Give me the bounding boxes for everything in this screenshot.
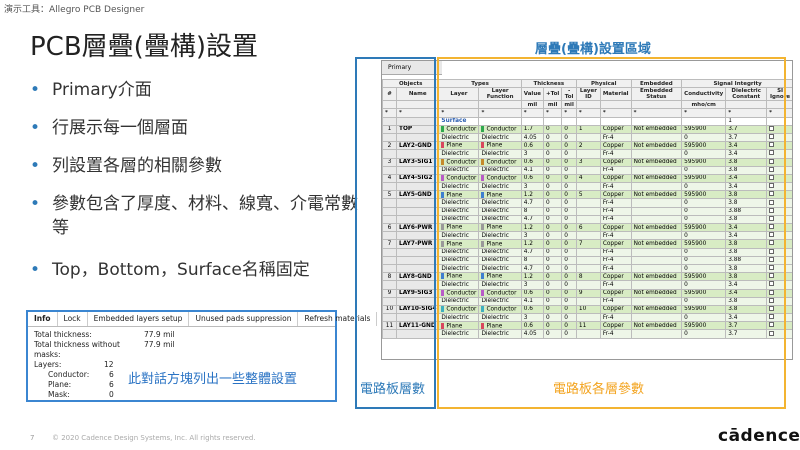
info-value: 12 (104, 360, 114, 369)
info-label: Conductor: (48, 370, 90, 379)
page-title: PCB層疊(疊構)設置 (30, 32, 258, 62)
cadence-logo: cādence (718, 426, 800, 446)
info-value: 6 (109, 380, 114, 389)
info-value: 6 (109, 370, 114, 379)
info-row: Total thickness without masks: 77.9 mil (34, 340, 329, 360)
bullet-icon: • (30, 156, 41, 176)
info-label: Layers: (34, 360, 62, 369)
tab-embedded-layers-setup[interactable]: Embedded layers setup (88, 312, 190, 326)
info-label: Plane: (48, 380, 72, 389)
bullet-item: • Primary介面 (30, 78, 360, 102)
bullet-item: • 行展示每一個層面 (30, 116, 360, 140)
bullet-text: 參數包含了厚度、材料、線寬、介電常數等 (52, 194, 358, 238)
info-value: 0 (109, 390, 114, 399)
bullet-item: • Top，Bottom，Surface名稱固定 (30, 258, 360, 282)
tab-unused-pads-suppression[interactable]: Unused pads suppression (189, 312, 299, 326)
info-value: 77.9 mil (144, 340, 175, 349)
bullet-text: Top，Bottom，Surface名稱固定 (52, 260, 310, 280)
bullet-text: Primary介面 (52, 80, 152, 100)
bullet-icon: • (30, 194, 41, 214)
layer-params-highlight (437, 57, 786, 409)
tab-info[interactable]: Info (28, 312, 58, 326)
info-tab-bar: Info Lock Embedded layers setup Unused p… (28, 312, 378, 327)
copyright-text: © 2020 Cadence Design Systems, Inc. All … (52, 434, 256, 442)
window-title: 演示工具：Allegro PCB Designer (4, 5, 145, 15)
info-label: Total thickness without masks: (34, 340, 120, 359)
info-label: Total thickness: (34, 330, 92, 339)
layer-params-label: 電路板各層參數 (553, 382, 645, 397)
layer-count-highlight (355, 57, 436, 409)
info-dialog: Info Lock Embedded layers setup Unused p… (26, 310, 378, 403)
info-annotation: 此對話方塊列出一些整體設置 (128, 372, 298, 387)
info-summary: Total thickness: 77.9 mil Total thickness… (28, 327, 335, 403)
tab-lock[interactable]: Lock (58, 312, 88, 326)
layer-count-label: 電路板層數 (360, 382, 426, 397)
stackup-area-label: 層疊(疊構)設置區域 (535, 42, 651, 57)
info-row: Total thickness: 77.9 mil (34, 330, 329, 340)
bullet-list: • Primary介面 • 行展示每一個層面 • 列設置各層的相關參數 • 參數包含了厚… (30, 78, 360, 296)
bullet-icon: • (30, 260, 41, 280)
bullet-icon: • (30, 80, 41, 100)
info-label: Mask: (48, 390, 70, 399)
bullet-text: 列設置各層的相關參數 (52, 156, 222, 176)
bullet-text: 行展示每一個層面 (52, 118, 188, 138)
bullet-icon: • (30, 118, 41, 138)
page-number: 7 (30, 434, 35, 442)
info-row: Mask: 0 (34, 390, 329, 400)
bullet-item: • 列設置各層的相關參數 (30, 154, 360, 178)
bullet-item: • 參數包含了厚度、材料、線寬、介電常數等 (30, 192, 360, 240)
info-value: 77.9 mil (144, 330, 175, 339)
